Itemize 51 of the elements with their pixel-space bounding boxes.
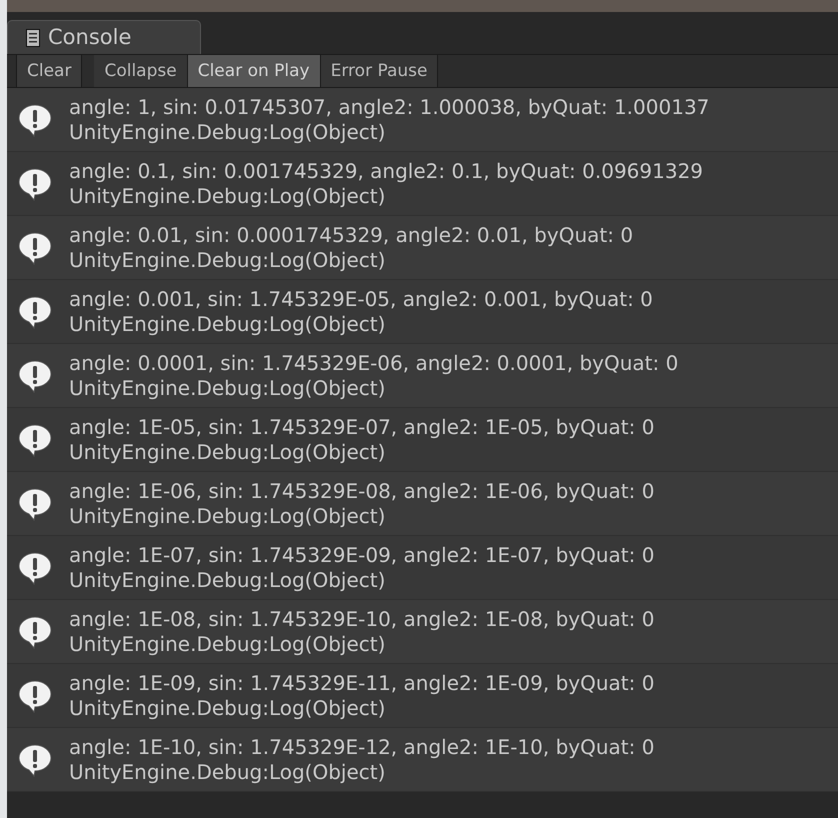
log-message: angle: 1, sin: 0.01745307, angle2: 1.000038, byQuat: 1.000137: [69, 94, 710, 120]
clear-button[interactable]: Clear: [16, 55, 82, 87]
stack-trace: UnityEngine.Debug:Log(Object): [69, 760, 386, 784]
info-speech-bubble-icon: [17, 294, 53, 328]
log-entry[interactable]: angle: 1E-05, sin: 1.745329E-07, angle2: 1E-05, byQuat: 0 UnityEngine.Debug:Log(Object): [7, 408, 838, 472]
document-icon: [26, 28, 40, 46]
log-entry[interactable]: angle: 1E-08, sin: 1.745329E-10, angle2: 1E-08, byQuat: 0 UnityEngine.Debug:Log(Object): [7, 600, 838, 664]
toggle-button[interactable]: Clear on Play: [188, 55, 321, 87]
info-speech-bubble-icon: [17, 102, 53, 136]
log-message: angle: 1E-08, sin: 1.745329E-10, angle2: 1E-08, byQuat: 0: [69, 606, 654, 632]
console-tab[interactable]: Console: [7, 20, 201, 54]
stack-trace: UnityEngine.Debug:Log(Object): [69, 440, 386, 464]
log-message: angle: 0.001, sin: 1.745329E-05, angle2: 0.001, byQuat: 0: [69, 286, 653, 312]
info-speech-bubble-icon: [17, 422, 53, 456]
info-speech-bubble-icon: [17, 550, 53, 584]
log-message: angle: 0.0001, sin: 1.745329E-06, angle2: 0.0001, byQuat: 0: [69, 350, 678, 376]
stack-trace: UnityEngine.Debug:Log(Object): [69, 312, 386, 336]
log-entry[interactable]: angle: 0.0001, sin: 1.745329E-06, angle2: 0.0001, byQuat: 0 UnityEngine.Debug:Log(Object): [7, 344, 838, 408]
info-speech-bubble-icon: [17, 742, 53, 776]
log-message: angle: 1E-09, sin: 1.745329E-11, angle2: 1E-09, byQuat: 0: [69, 670, 654, 696]
stack-trace: UnityEngine.Debug:Log(Object): [69, 696, 386, 720]
log-entry[interactable]: angle: 1, sin: 0.01745307, angle2: 1.000038, byQuat: 1.000137 UnityEngine.Debug:Log(Object): [7, 88, 838, 152]
log-message: angle: 1E-06, sin: 1.745329E-08, angle2: 1E-06, byQuat: 0: [69, 478, 654, 504]
stack-trace: UnityEngine.Debug:Log(Object): [69, 376, 386, 400]
log-message: angle: 1E-10, sin: 1.745329E-12, angle2: 1E-10, byQuat: 0: [69, 734, 654, 760]
info-speech-bubble-icon: [17, 614, 53, 648]
log-entry[interactable]: angle: 1E-07, sin: 1.745329E-09, angle2: 1E-07, byQuat: 0 UnityEngine.Debug:Log(Object): [7, 536, 838, 600]
log-entry[interactable]: angle: 0.001, sin: 1.745329E-05, angle2: 0.001, byQuat: 0 UnityEngine.Debug:Log(Object): [7, 280, 838, 344]
log-message: angle: 0.1, sin: 0.001745329, angle2: 0.1, byQuat: 0.09691329: [69, 158, 704, 184]
toggle-button[interactable]: Error Pause: [320, 55, 438, 87]
stack-trace: UnityEngine.Debug:Log(Object): [69, 120, 386, 144]
stack-trace: UnityEngine.Debug:Log(Object): [69, 568, 386, 592]
log-entry[interactable]: angle: 1E-06, sin: 1.745329E-08, angle2: 1E-06, byQuat: 0 UnityEngine.Debug:Log(Object): [7, 472, 838, 536]
tab-title: Console: [48, 24, 132, 51]
info-speech-bubble-icon: [17, 230, 53, 264]
log-entry[interactable]: angle: 1E-09, sin: 1.745329E-11, angle2: 1E-09, byQuat: 0 UnityEngine.Debug:Log(Object): [7, 664, 838, 728]
log-entry[interactable]: angle: 0.1, sin: 0.001745329, angle2: 0.1, byQuat: 0.09691329 UnityEngine.Debug:Log(Object): [7, 152, 838, 216]
stack-trace: UnityEngine.Debug:Log(Object): [69, 504, 386, 528]
toggle-button[interactable]: Collapse: [94, 55, 188, 87]
log-entry[interactable]: angle: 0.01, sin: 0.0001745329, angle2: 0.01, byQuat: 0 UnityEngine.Debug:Log(Object): [7, 216, 838, 280]
log-message: angle: 1E-05, sin: 1.745329E-07, angle2: 1E-05, byQuat: 0: [69, 414, 654, 440]
log-message: angle: 0.01, sin: 0.0001745329, angle2: 0.01, byQuat: 0: [69, 222, 634, 248]
info-speech-bubble-icon: [17, 166, 53, 200]
log-entry[interactable]: angle: 1E-10, sin: 1.745329E-12, angle2: 1E-10, byQuat: 0 UnityEngine.Debug:Log(Object): [7, 728, 838, 792]
info-speech-bubble-icon: [17, 678, 53, 712]
stack-trace: UnityEngine.Debug:Log(Object): [69, 632, 386, 656]
info-speech-bubble-icon: [17, 358, 53, 392]
stack-trace: UnityEngine.Debug:Log(Object): [69, 248, 386, 272]
info-speech-bubble-icon: [17, 486, 53, 520]
stack-trace: UnityEngine.Debug:Log(Object): [69, 184, 386, 208]
log-message: angle: 1E-07, sin: 1.745329E-09, angle2: 1E-07, byQuat: 0: [69, 542, 654, 568]
